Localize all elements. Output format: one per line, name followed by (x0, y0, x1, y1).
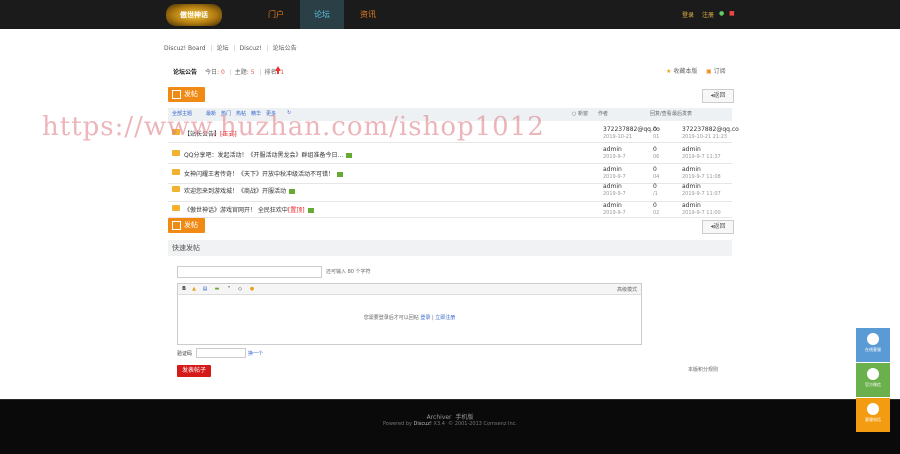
archiver-link[interactable]: Archiver (427, 414, 452, 421)
breadcrumb-forum[interactable]: 论坛 (217, 45, 229, 52)
link-icon[interactable]: ▤ (202, 286, 208, 292)
image-icon[interactable]: ▬ (214, 286, 220, 292)
thread-title-link[interactable]: 《傲世神话》游戏官网开！ 全民狂欢中[置顶] (184, 205, 314, 214)
editor-toolbar: B ▲ ▤ ▬ " ◇ ● 高级模式 (178, 284, 641, 295)
footer-powered: Powered by Discuz! X3.4 © 2001-2013 Coms… (382, 421, 518, 427)
thread-counts: 0/1 (653, 183, 658, 197)
lock-icon: ■ (729, 10, 735, 17)
subscribe-button[interactable]: ▣ 订阅 (706, 66, 726, 75)
new-window-toggle[interactable]: ○ 新窗 (572, 110, 588, 117)
new-image-icon (289, 189, 296, 194)
pencil-icon (172, 90, 181, 99)
color-icon[interactable]: ▲ (191, 286, 197, 292)
thread-last-post[interactable]: 372237882@qq.co 2019-10-21 21:23 (682, 126, 739, 141)
thread-last-post[interactable]: admin 2019-9-7 11:08 (682, 166, 721, 181)
qq-icon (867, 333, 879, 345)
back-button-bottom[interactable]: ◂返回 (702, 220, 734, 234)
subject-input[interactable] (177, 266, 322, 278)
mobile-link[interactable]: 手机版 (455, 414, 473, 421)
folder-icon (172, 205, 180, 211)
editor-login-link[interactable]: 登录 (420, 315, 430, 321)
thread-last-post[interactable]: admin 2019-9-7 11:07 (682, 183, 721, 198)
star-icon: ★ (666, 68, 672, 75)
thread-last-post[interactable]: admin 2019-9-7 11:00 (682, 202, 721, 217)
new-post-button-bottom[interactable]: 发帖 (168, 218, 205, 233)
footer-links: Archiver 手机版 (0, 412, 900, 421)
forum-title: 论坛公告 (173, 69, 198, 76)
thread-author[interactable]: admin 2019-9-7 (603, 183, 626, 198)
submit-post-button[interactable]: 发表帖子 (177, 365, 211, 377)
thread-counts: 0 06 (653, 146, 660, 160)
phone-button[interactable]: 客服电话 (856, 398, 890, 432)
code-icon[interactable]: ◇ (237, 286, 243, 292)
thread-author[interactable]: admin 2019-9-7 (603, 146, 626, 161)
column-last-post: 最后发表 (672, 111, 693, 117)
phone-icon (867, 403, 879, 415)
thread-counts: 0 04 (653, 166, 660, 180)
nav-news[interactable]: 资讯 (346, 0, 390, 29)
wechat-icon (867, 368, 879, 380)
new-image-icon (307, 208, 314, 213)
forum-stats: 今日: 0 | 主题: 5 | 排名: 1 (205, 69, 285, 76)
bold-icon[interactable]: B (181, 286, 187, 292)
column-counts: 回复/查看 (650, 111, 672, 117)
register-link[interactable]: 注册 (702, 10, 714, 19)
watermark: https://www.huzhan.com/ishop1012 (42, 112, 545, 142)
breadcrumb-home[interactable]: Discuz! Board (164, 45, 206, 52)
online-service-button[interactable]: 在线客服 (856, 328, 890, 362)
captcha-label: 验证码 (177, 351, 193, 357)
back-button[interactable]: ◂返回 (702, 89, 734, 103)
breadcrumb-current[interactable]: 论坛公告 (273, 45, 297, 52)
nav-forum[interactable]: 论坛 (300, 0, 344, 29)
discuz-link[interactable]: Discuz! (414, 421, 432, 427)
folder-icon (172, 169, 180, 175)
quick-post-heading: 快速发帖 (168, 240, 732, 256)
new-post-button[interactable]: 发帖 (168, 87, 205, 102)
smiley-icon[interactable]: ● (249, 286, 255, 292)
pencil-icon (172, 221, 181, 230)
editor-register-link[interactable]: 立即注册 (435, 315, 455, 321)
char-count-hint: 还可输入 80 个字符 (326, 269, 371, 275)
advanced-mode-link[interactable]: 高级模式 (617, 286, 637, 293)
thread-title-link[interactable]: 欢迎您来到游戏城！《商战》开服活动 (184, 186, 296, 195)
credit-rules-link[interactable]: 本版积分规则 (688, 366, 718, 373)
top-navigation-bar: 傲世神话 门户 论坛 资讯 登录 注册 ● ■ (0, 0, 900, 29)
breadcrumb: Discuz! Board | 论坛 | Discuz! | 论坛公告 (164, 45, 297, 52)
rank-up-icon-stem (277, 71, 279, 74)
thread-title-link[interactable]: QQ分享吧：发起活动！《开服活动黑龙会》群组准备今日... (184, 150, 353, 159)
thread-title-link[interactable]: 女神闪耀王者传奇！《天下》开放中秋冲级活动不可错！ (184, 169, 344, 178)
folder-icon (172, 150, 180, 156)
nav-portal[interactable]: 门户 (254, 0, 298, 29)
thread-last-post[interactable]: admin 2019-9-7 11:37 (682, 146, 721, 161)
login-required-message: 您需要登录后才可以回帖 登录 | 立即注册 (363, 315, 456, 321)
folder-icon (172, 186, 180, 192)
thread-author[interactable]: 372237882@qq.co 2019-10-21 (603, 126, 660, 141)
breadcrumb-discuz[interactable]: Discuz! (240, 45, 262, 52)
site-logo[interactable]: 傲世神话 (166, 4, 222, 26)
new-image-icon (346, 153, 353, 158)
rss-icon: ▣ (706, 68, 712, 75)
thread-counts: 0 02 (653, 202, 660, 216)
captcha-refresh-link[interactable]: 换一个 (248, 350, 263, 357)
thread-counts: 0 01 (653, 126, 660, 140)
new-image-icon (337, 172, 344, 177)
quote-icon[interactable]: " (226, 286, 232, 292)
thread-author[interactable]: admin 2019-9-7 (603, 166, 626, 181)
captcha-input[interactable] (196, 348, 246, 358)
thread-author[interactable]: admin 2019-9-7 (603, 202, 626, 217)
wechat-icon[interactable]: ● (719, 10, 724, 17)
wechat-button[interactable]: 官方微信 (856, 363, 890, 397)
login-link[interactable]: 登录 (682, 10, 694, 19)
post-editor[interactable]: B ▲ ▤ ▬ " ◇ ● 高级模式 您需要登录后才可以回帖 登录 | 立即注册 (177, 283, 642, 345)
favorite-button[interactable]: ★ 收藏本版 (666, 66, 697, 75)
column-author: 作者 (598, 111, 609, 117)
